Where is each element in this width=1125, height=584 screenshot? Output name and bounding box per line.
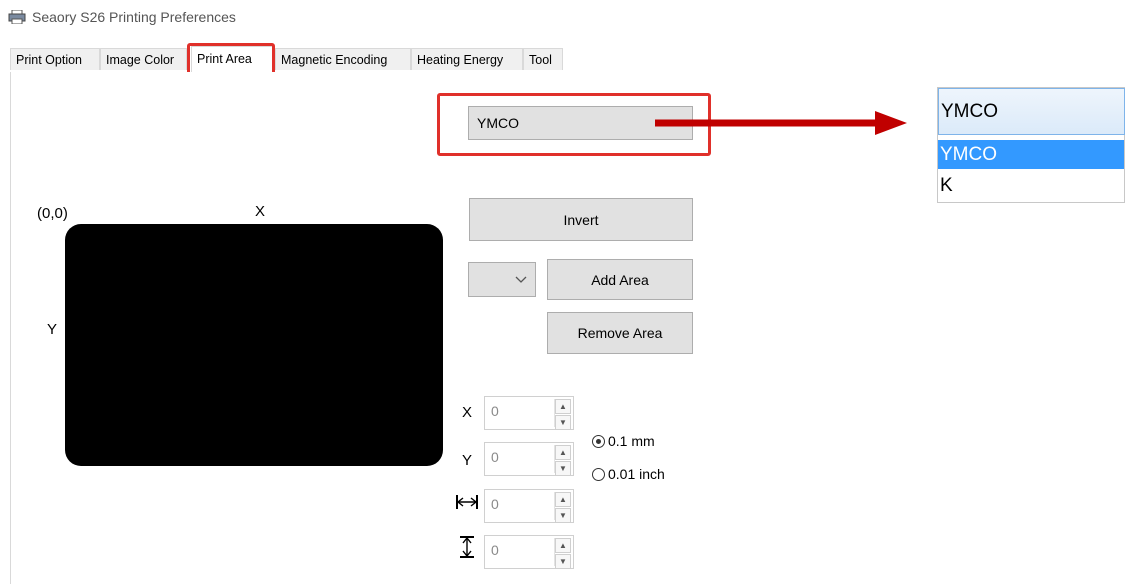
tab-heating-energy[interactable]: Heating Energy	[411, 48, 523, 70]
stepper-arrows: ▲ ▼	[554, 492, 571, 523]
stepper-up-icon[interactable]: ▲	[555, 538, 571, 553]
tab-magnetic-encoding[interactable]: Magnetic Encoding	[275, 48, 411, 70]
card-preview[interactable]	[65, 224, 443, 466]
y-field-value: 0	[491, 449, 499, 465]
stepper-down-icon[interactable]: ▼	[555, 508, 571, 523]
stepper-arrows: ▲ ▼	[554, 399, 571, 430]
stepper-up-icon[interactable]: ▲	[555, 399, 571, 414]
unit-radio-mm-label: 0.1 mm	[608, 433, 655, 449]
printer-icon	[8, 10, 26, 24]
tab-image-color[interactable]: Image Color	[100, 48, 187, 70]
y-field-stepper[interactable]: 0 ▲ ▼	[484, 442, 574, 476]
origin-label: (0,0)	[37, 205, 68, 222]
x-axis-label: X	[255, 203, 266, 220]
add-area-button[interactable]: Add Area	[547, 259, 693, 300]
stepper-arrows: ▲ ▼	[554, 445, 571, 476]
radio-unchecked-icon	[592, 467, 605, 481]
x-field-label: X	[462, 404, 473, 421]
tab-strip: Print Option Image Color Print Area Magn…	[10, 46, 765, 73]
unit-radio-mm[interactable]: 0.1 mm	[592, 433, 655, 449]
height-field-value: 0	[491, 542, 499, 558]
window-title-bar: Seaory S26 Printing Preferences	[8, 6, 236, 28]
x-field-stepper[interactable]: 0 ▲ ▼	[484, 396, 574, 430]
y-axis-label: Y	[47, 321, 58, 338]
chevron-down-icon	[515, 276, 527, 283]
window-title: Seaory S26 Printing Preferences	[32, 9, 236, 25]
unit-radio-inch-label: 0.01 inch	[608, 466, 665, 482]
stepper-down-icon[interactable]: ▼	[555, 554, 571, 569]
unit-radio-inch[interactable]: 0.01 inch	[592, 466, 665, 482]
width-field-value: 0	[491, 496, 499, 512]
stepper-down-icon[interactable]: ▼	[555, 461, 571, 476]
stepper-arrows: ▲ ▼	[554, 538, 571, 569]
invert-button[interactable]: Invert	[469, 198, 693, 241]
height-field-stepper[interactable]: 0 ▲ ▼	[484, 535, 574, 569]
y-field-label: Y	[462, 452, 473, 469]
ribbon-dropdown-zoom: YMCO YMCO K	[937, 87, 1125, 203]
x-field-value: 0	[491, 403, 499, 419]
zoom-option-ymco[interactable]: YMCO	[938, 140, 1124, 169]
tab-print-option[interactable]: Print Option	[10, 48, 100, 70]
width-field-stepper[interactable]: 0 ▲ ▼	[484, 489, 574, 523]
remove-area-button[interactable]: Remove Area	[547, 312, 693, 354]
stepper-up-icon[interactable]: ▲	[555, 445, 571, 460]
height-arrows-icon	[460, 536, 474, 558]
arrow-icon	[655, 111, 907, 135]
width-arrows-icon	[456, 495, 478, 509]
zoom-combo-value[interactable]: YMCO	[938, 88, 1125, 135]
zoom-option-k[interactable]: K	[938, 171, 1124, 200]
stepper-down-icon[interactable]: ▼	[555, 415, 571, 430]
tab-tool[interactable]: Tool	[523, 48, 563, 70]
area-select[interactable]	[468, 262, 536, 297]
stepper-up-icon[interactable]: ▲	[555, 492, 571, 507]
radio-checked-icon	[592, 434, 605, 448]
